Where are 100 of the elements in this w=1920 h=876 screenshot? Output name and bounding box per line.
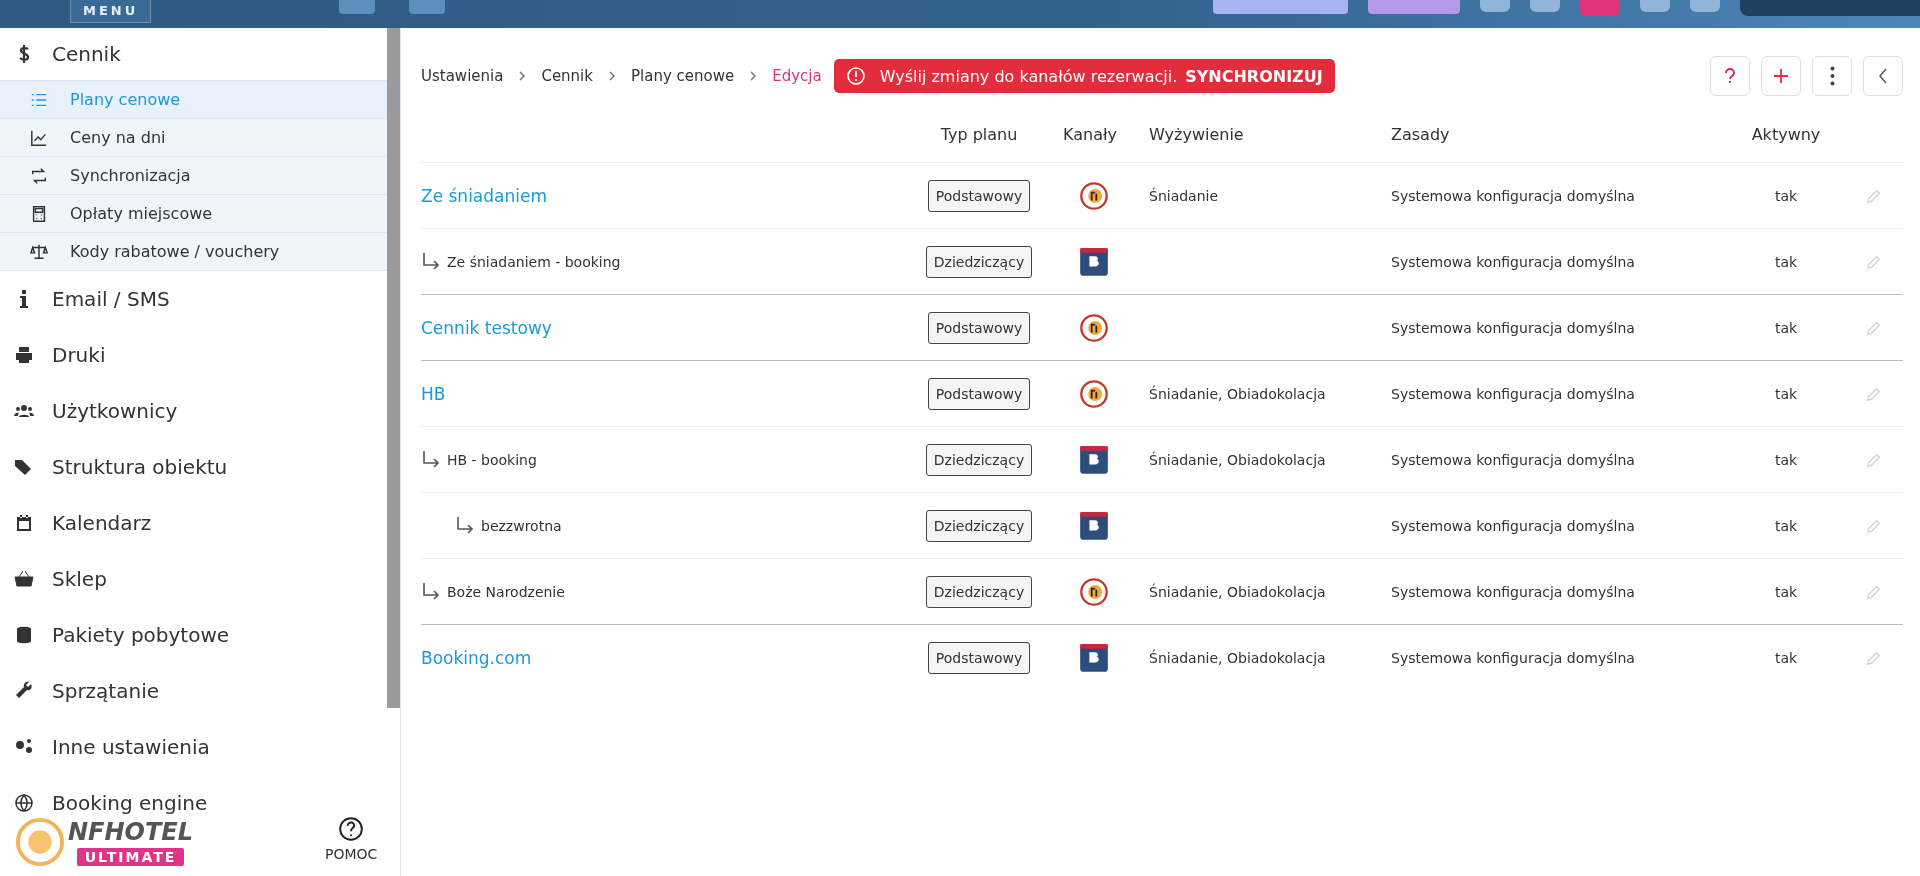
table-cell: Śniadanie [1149, 187, 1219, 204]
breadcrumb-link[interactable]: Cennik [541, 67, 593, 85]
channel-logo-icon [1079, 312, 1109, 343]
search-button[interactable] [409, 0, 446, 14]
collapse-button[interactable] [339, 0, 376, 14]
sidebar-item[interactable]: Sprzątanie [0, 663, 387, 719]
toolbar-button[interactable] [1690, 0, 1720, 12]
sidebar-subitem[interactable]: Opłaty miejscowe [0, 195, 387, 233]
sync-link[interactable]: SYNCHRONIZUJ [1185, 66, 1323, 86]
plan-name: Ze śniadaniem - booking [447, 253, 621, 270]
column-header: Wyżywienie [1149, 124, 1245, 144]
breadcrumb-link[interactable]: Ustawienia [421, 67, 504, 85]
plan-name: HB - booking [447, 451, 537, 468]
toolbar-button[interactable] [1480, 0, 1510, 12]
sidebar-item[interactable]: Struktura obiektu [0, 439, 387, 495]
print-icon [14, 345, 34, 365]
toolbar-button[interactable] [1368, 0, 1460, 14]
sidebar-subitem[interactable]: Synchronizacja [0, 157, 387, 195]
sidebar-item[interactable]: Inne ustawienia [0, 719, 387, 775]
add-button[interactable] [1761, 56, 1801, 96]
help-icon [338, 816, 365, 842]
sidebar-item[interactable]: Sklep [0, 551, 387, 607]
wrench-icon [14, 681, 34, 701]
tags-icon [14, 457, 34, 477]
toolbar-button[interactable] [1580, 0, 1620, 16]
chart-icon [30, 128, 48, 147]
table-cell: tak [1774, 583, 1798, 600]
table-cell: tak [1774, 187, 1798, 204]
booking-channel-icon [1079, 510, 1109, 541]
plan-type-tag: Dziedziczący [925, 575, 1033, 608]
table-cell: Śniadanie, Obiadokolacja [1149, 583, 1326, 600]
more-button[interactable] [1812, 56, 1852, 96]
sidebar-subitem[interactable]: Ceny na dni [0, 119, 387, 157]
table-cell: tak [1774, 319, 1798, 336]
plan-type-tag: Podstawowy [927, 179, 1031, 212]
edition-badge: ULTIMATE [76, 848, 185, 866]
logo-wordmark: NFHOTEL [68, 818, 194, 846]
sync-icon [30, 166, 48, 185]
table-cell: Śniadanie, Obiadokolacja [1149, 649, 1326, 666]
toolbar-button[interactable] [1530, 0, 1560, 12]
back-button[interactable] [1863, 56, 1903, 96]
plan-type-tag: Dziedziczący [925, 443, 1033, 476]
table-cell: tak [1774, 253, 1798, 270]
table-cell: Systemowa konfiguracja domyślna [1391, 649, 1635, 666]
column-header: Aktywny [1751, 124, 1821, 144]
child-arrow-icon [421, 251, 441, 272]
child-arrow-icon [455, 515, 475, 536]
plan-type-tag: Podstawowy [927, 641, 1031, 674]
table-cell: Systemowa konfiguracja domyślna [1391, 385, 1635, 402]
alert-message: Wyślij zmiany do kanałów rezerwacji. [879, 66, 1178, 86]
booking-channel-icon [1079, 246, 1109, 277]
logo-icon [14, 816, 66, 868]
plus-icon [1771, 66, 1791, 86]
booking-channel-icon [1079, 642, 1109, 673]
channel-logo-icon [1079, 576, 1109, 607]
column-header: Typ planu [940, 124, 1018, 144]
plan-type-tag: Podstawowy [927, 377, 1031, 410]
breadcrumb-link[interactable]: Plany cenowe [631, 67, 735, 85]
sidebar-item[interactable]: Druki [0, 327, 387, 383]
sidebar-subitem[interactable]: Kody rabatowe / vouchery [0, 233, 387, 271]
help-button[interactable] [1710, 56, 1750, 96]
user-panel[interactable] [1740, 0, 1920, 16]
booking-channel-icon [1079, 444, 1109, 475]
channel-logo-icon [1079, 180, 1109, 211]
table-cell: Systemowa konfiguracja domyślna [1391, 187, 1635, 204]
table-cell: Systemowa konfiguracja domyślna [1391, 517, 1635, 534]
table-cell: Systemowa konfiguracja domyślna [1391, 451, 1635, 468]
calc-icon [30, 204, 48, 223]
basket-icon [14, 569, 34, 589]
sidebar-item[interactable]: Kalendarz [0, 495, 387, 551]
plan-type-tag: Podstawowy [927, 311, 1031, 344]
breadcrumb-link[interactable]: Edycja [772, 67, 822, 85]
chevron-icon [517, 71, 528, 81]
db-icon [14, 625, 34, 645]
sidebar-item[interactable]: Cennik [0, 28, 387, 80]
plan-name: bezzwrotna [481, 517, 562, 534]
column-header: Zasady [1391, 124, 1451, 144]
channel-logo-icon [1079, 378, 1109, 409]
sidebar-item[interactable]: Email / SMS [0, 271, 387, 327]
toolbar-button[interactable] [1640, 0, 1670, 12]
globe-icon [14, 793, 34, 813]
table-cell: tak [1774, 451, 1798, 468]
sync-alert[interactable]: Wyślij zmiany do kanałów rezerwacji. SYNCHRONIZUJ [833, 59, 1335, 93]
warning-icon [845, 66, 866, 86]
chevron-icon [748, 71, 759, 81]
sidebar-item[interactable]: Pakiety pobytowe [0, 607, 387, 663]
sidebar-item[interactable]: Użytkownicy [0, 383, 387, 439]
plan-name: Boże Narodzenie [447, 583, 565, 600]
table-cell: Systemowa konfiguracja domyślna [1391, 583, 1635, 600]
plan-type-tag: Dziedziczący [925, 245, 1033, 278]
plan-type-tag: Dziedziczący [925, 509, 1033, 542]
menu-label[interactable]: MENU [70, 0, 152, 23]
toolbar-button[interactable] [1213, 0, 1348, 14]
table-cell: Systemowa konfiguracja domyślna [1391, 319, 1635, 336]
scrollbar[interactable] [387, 28, 400, 708]
help-button[interactable]: POMOC [325, 816, 378, 862]
column-header: Kanały [1063, 124, 1117, 144]
child-arrow-icon [421, 581, 441, 602]
table-cell: tak [1774, 385, 1798, 402]
table-cell: tak [1774, 517, 1798, 534]
